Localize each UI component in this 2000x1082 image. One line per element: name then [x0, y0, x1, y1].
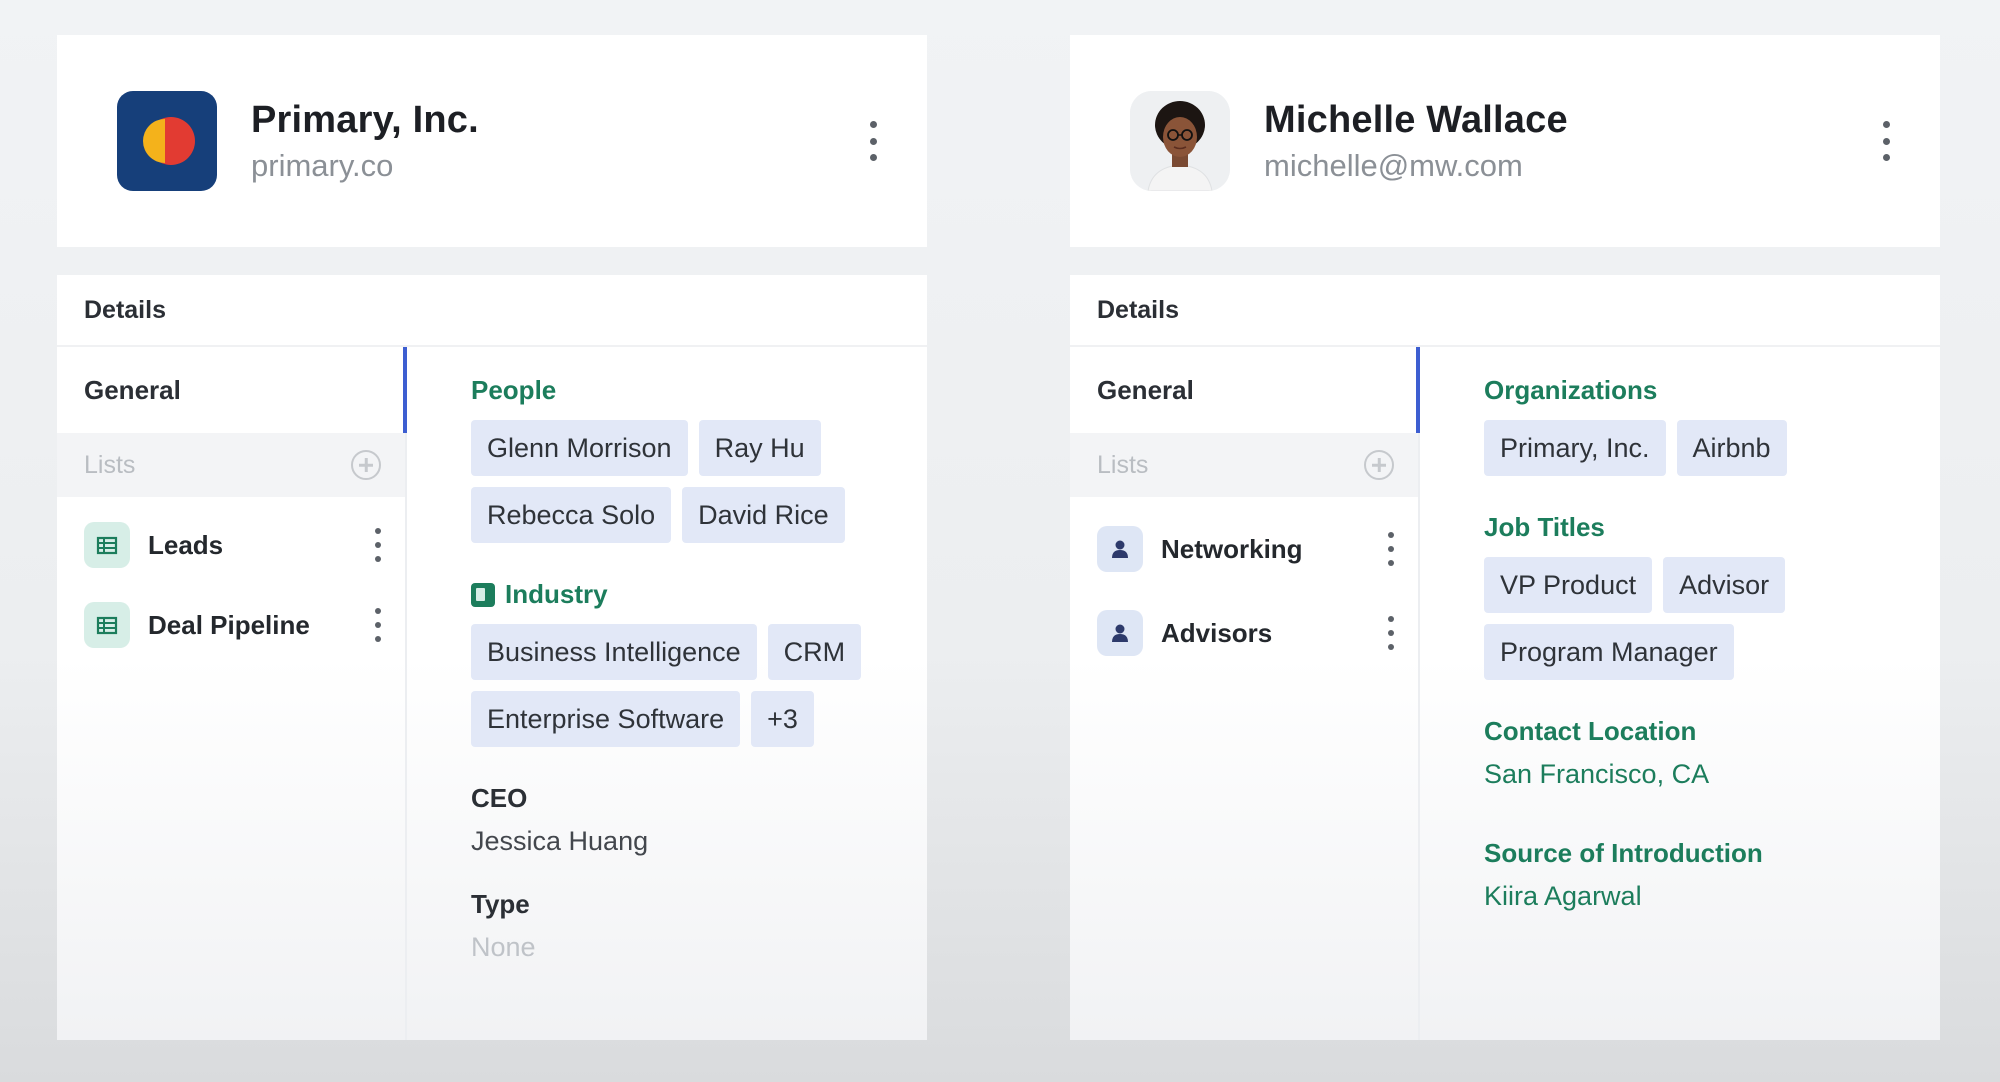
contact-location-title: Contact Location: [1484, 716, 1697, 746]
list-item-leads[interactable]: Leads: [57, 505, 405, 585]
list-item-deal-pipeline[interactable]: Deal Pipeline: [57, 585, 405, 665]
type-value[interactable]: None: [471, 932, 927, 963]
contact-location-value[interactable]: San Francisco, CA: [1484, 759, 1940, 790]
person-email: michelle@mw.com: [1264, 147, 1523, 183]
person-header-card: Michelle Wallace michelle@mw.com: [1070, 35, 1940, 247]
person-chip[interactable]: Glenn Morrison: [471, 420, 688, 476]
add-list-icon[interactable]: [1364, 450, 1394, 480]
more-icon[interactable]: [373, 608, 383, 642]
person-lists-label: Lists: [1097, 450, 1149, 479]
list-item-label: Networking: [1161, 533, 1303, 564]
list-item-label: Leads: [148, 529, 224, 560]
company-details-title: Details: [57, 275, 927, 347]
organization-chips: Primary, Inc. Airbnb: [1484, 420, 1904, 476]
industry-chip[interactable]: Enterprise Software: [471, 691, 741, 747]
job-title-chips: VP Product Advisor Program Manager: [1484, 557, 1904, 680]
people-title: People: [471, 375, 557, 405]
company-lists-label: Lists: [84, 450, 136, 479]
person-name: Michelle Wallace: [1264, 98, 1568, 141]
industry-icon: [471, 582, 495, 607]
more-icon[interactable]: [1386, 532, 1396, 566]
organization-chip[interactable]: Airbnb: [1676, 420, 1787, 476]
list-item-advisors[interactable]: Advisors: [1070, 591, 1418, 675]
table-icon: [84, 602, 130, 648]
person-details-card: Details General Lists Networking Advisor…: [1070, 275, 1940, 1040]
table-icon: [84, 522, 130, 568]
company-more-icon[interactable]: [863, 121, 883, 161]
person-panel: Michelle Wallace michelle@mw.com Details…: [1070, 35, 1940, 1040]
people-chips: Glenn Morrison Ray Hu Rebecca Solo David…: [471, 420, 891, 543]
organizations-title: Organizations: [1484, 375, 1658, 405]
person-chip[interactable]: Ray Hu: [698, 420, 821, 476]
source-title: Source of Introduction: [1484, 838, 1763, 868]
list-item-networking[interactable]: Networking: [1070, 507, 1418, 591]
person-icon: [1097, 610, 1143, 656]
industry-title: Industry: [505, 579, 608, 609]
list-item-label: Deal Pipeline: [148, 609, 310, 640]
organization-chip[interactable]: Primary, Inc.: [1484, 420, 1666, 476]
person-lists-header: Lists: [1070, 433, 1418, 497]
list-item-label: Advisors: [1161, 617, 1273, 648]
company-title-block: Primary, Inc. primary.co: [251, 99, 479, 184]
industry-title-row: Industry: [471, 579, 927, 610]
source-value[interactable]: Kiira Agarwal: [1484, 881, 1940, 912]
person-details-content: Organizations Primary, Inc. Airbnb Job T…: [1420, 347, 1940, 1040]
person-tab-general[interactable]: General: [1070, 347, 1420, 433]
person-title-block: Michelle Wallace michelle@mw.com: [1264, 99, 1568, 184]
job-titles-title: Job Titles: [1484, 512, 1605, 542]
company-header-card: Primary, Inc. primary.co: [57, 35, 927, 247]
more-icon[interactable]: [373, 528, 383, 562]
industry-chip[interactable]: CRM: [767, 624, 862, 680]
company-logo: [117, 91, 217, 191]
person-details-sidebar: General Lists Networking Advisors: [1070, 347, 1420, 1040]
industry-more-chip[interactable]: +3: [751, 691, 814, 747]
person-chip[interactable]: David Rice: [682, 487, 845, 543]
person-details-title: Details: [1070, 275, 1940, 347]
person-more-icon[interactable]: [1876, 121, 1896, 161]
company-details-card: Details General Lists Leads Deal Pipelin…: [57, 275, 927, 1040]
person-avatar-icon: [1130, 91, 1230, 191]
job-title-chip[interactable]: Program Manager: [1484, 624, 1734, 680]
job-title-chip[interactable]: VP Product: [1484, 557, 1653, 613]
company-details-sidebar: General Lists Leads Deal Pipeline: [57, 347, 407, 1040]
company-panel: Primary, Inc. primary.co Details General…: [57, 35, 927, 1040]
job-title-chip[interactable]: Advisor: [1663, 557, 1786, 613]
ceo-title: CEO: [471, 783, 528, 813]
company-details-content: People Glenn Morrison Ray Hu Rebecca Sol…: [407, 347, 927, 1040]
company-name: Primary, Inc.: [251, 98, 479, 141]
type-title: Type: [471, 889, 530, 919]
company-lists-header: Lists: [57, 433, 405, 497]
ceo-value[interactable]: Jessica Huang: [471, 826, 927, 857]
company-tab-general[interactable]: General: [57, 347, 407, 433]
more-icon[interactable]: [1386, 616, 1396, 650]
person-icon: [1097, 526, 1143, 572]
add-list-icon[interactable]: [351, 450, 381, 480]
industry-chip[interactable]: Business Intelligence: [471, 624, 757, 680]
company-logo-mark: [143, 117, 195, 165]
industry-chips: Business Intelligence CRM Enterprise Sof…: [471, 624, 891, 747]
person-chip[interactable]: Rebecca Solo: [471, 487, 672, 543]
company-domain: primary.co: [251, 147, 394, 183]
avatar: [1130, 91, 1230, 191]
